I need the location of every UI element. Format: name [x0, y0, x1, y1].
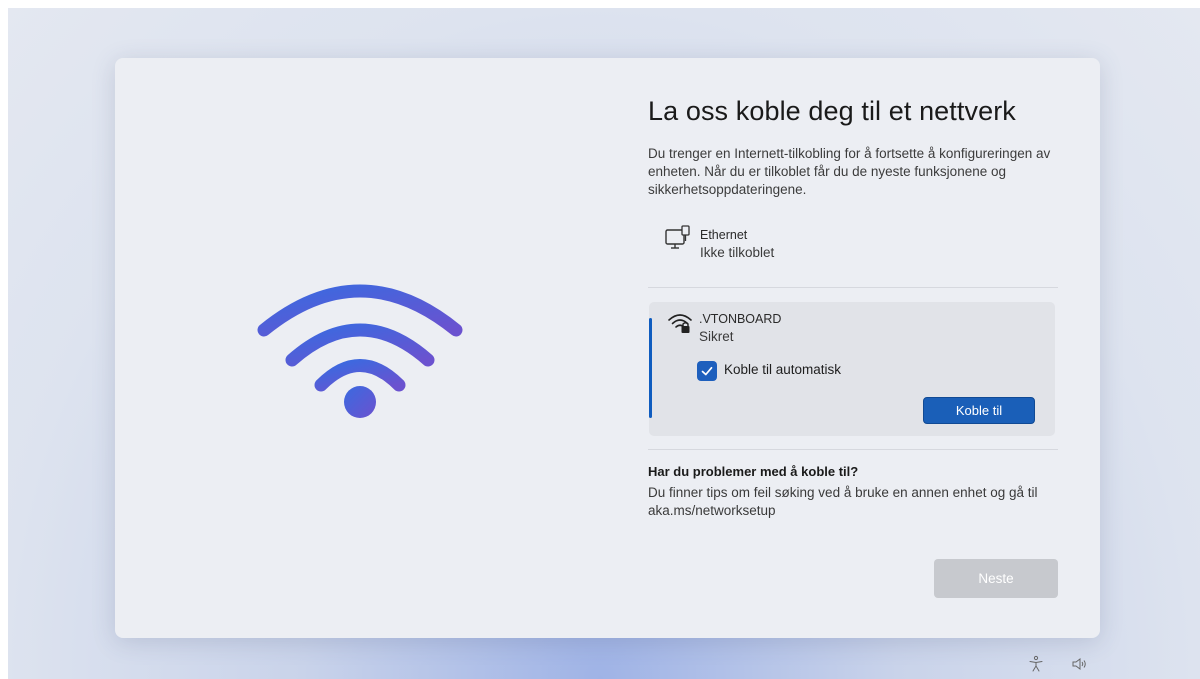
accessibility-icon[interactable] [1027, 655, 1045, 673]
divider [648, 287, 1058, 288]
connect-button[interactable]: Koble til [923, 397, 1035, 424]
divider [648, 449, 1058, 450]
selection-indicator [649, 318, 652, 418]
checkmark-icon [701, 366, 713, 376]
wifi-security: Sikret [699, 329, 734, 344]
help-text: Du finner tips om feil søking ved å bruk… [648, 485, 1038, 518]
auto-connect-checkbox[interactable] [697, 361, 717, 381]
wifi-secure-icon [668, 314, 692, 333]
help-title: Har du problemer med å koble til? [648, 464, 859, 479]
ethernet-status: Ikke tilkoblet [700, 245, 775, 260]
page-title: La oss koble deg til et nettverk [648, 96, 1016, 126]
wifi-illustration-icon [257, 284, 463, 418]
ethernet-option[interactable]: Ethernet Ikke tilkoblet [664, 224, 1054, 270]
ethernet-icon [665, 225, 690, 249]
ethernet-name: Ethernet [700, 228, 748, 242]
page-description: Du trenger en Internett-tilkobling for å… [648, 146, 1051, 197]
top-border [0, 0, 1200, 8]
volume-icon[interactable] [1070, 655, 1088, 673]
auto-connect-label[interactable]: Koble til automatisk [724, 362, 841, 377]
next-button[interactable]: Neste [934, 559, 1058, 598]
left-border [0, 0, 8, 679]
wifi-ssid: .VTONBOARD [699, 312, 782, 326]
